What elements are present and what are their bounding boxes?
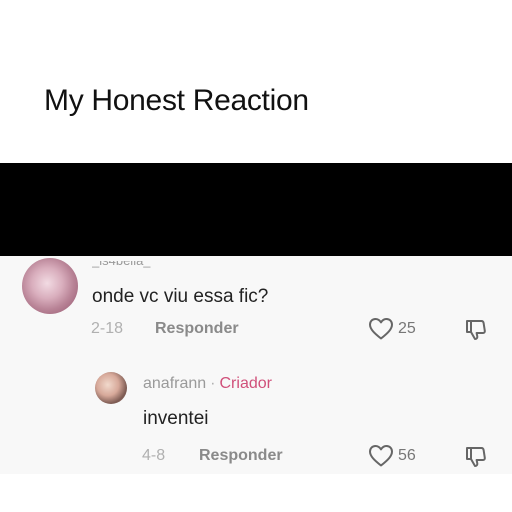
reply-date: 4-8 (142, 447, 166, 464)
commenter-avatar[interactable] (22, 258, 78, 314)
creator-avatar[interactable] (95, 372, 127, 404)
heart-outline-icon (368, 444, 394, 468)
reply-reply-button[interactable]: Responder (199, 447, 283, 465)
comment-date: 2-18 (91, 320, 124, 337)
comment-text: onde vc viu essa fic? (92, 286, 269, 307)
meme-caption: My Honest Reaction (44, 84, 309, 117)
reply-text: inventei (143, 408, 209, 429)
like-button[interactable]: 25 (368, 317, 416, 341)
dislike-button[interactable] (464, 318, 488, 342)
reply-like-count: 56 (398, 447, 416, 464)
like-count: 25 (398, 320, 416, 337)
reply-dislike-button[interactable] (464, 445, 488, 469)
thumbs-down-icon (464, 445, 488, 469)
reply-username-line: anafrann · Criador (143, 375, 272, 393)
reply-button[interactable]: Responder (155, 320, 239, 338)
creator-badge: Criador (219, 375, 272, 392)
black-censor-bar (0, 163, 512, 256)
comment-screenshot: _is4bella_ onde vc viu essa fic? 2-18 Re… (0, 256, 512, 474)
heart-outline-icon (368, 317, 394, 341)
separator-dot: · (210, 375, 216, 392)
commenter-username[interactable]: _is4bella_ (92, 261, 151, 268)
reply-username[interactable]: anafrann (143, 375, 206, 392)
reply-like-button[interactable]: 56 (368, 444, 416, 468)
thumbs-down-icon (464, 318, 488, 342)
